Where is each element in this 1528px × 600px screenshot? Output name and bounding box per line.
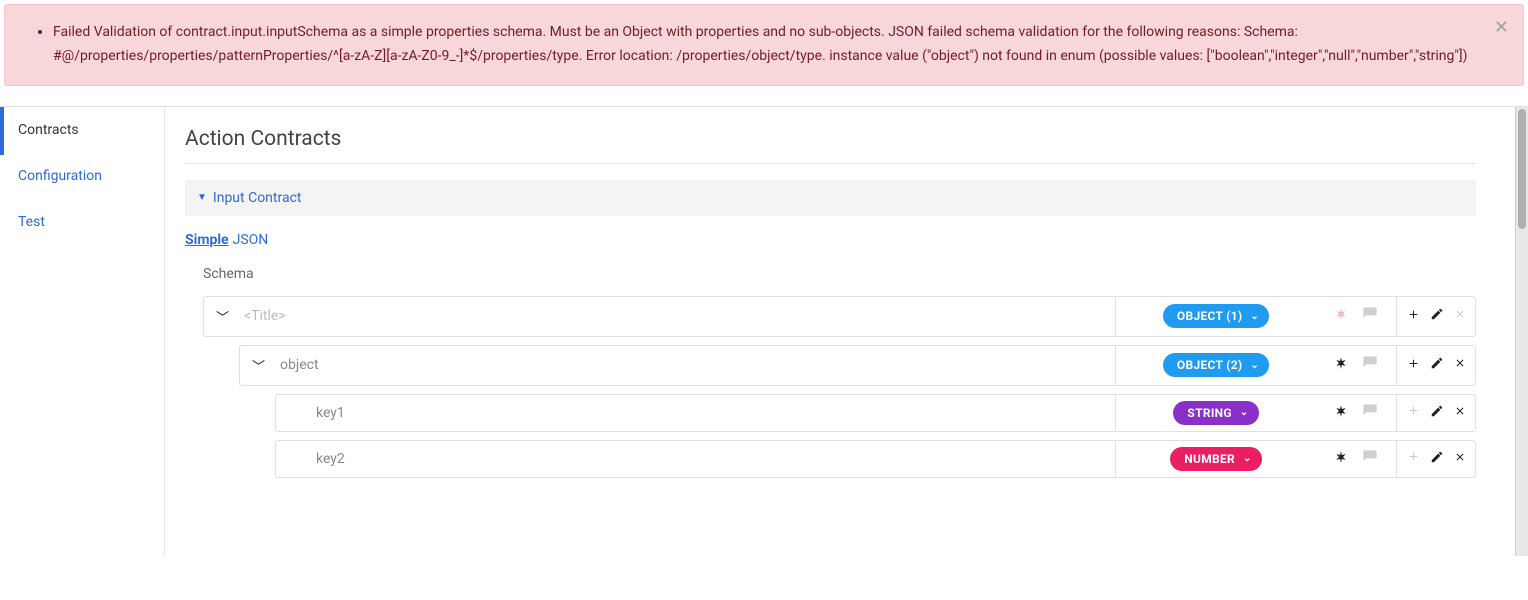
property-name: key2 xyxy=(316,451,345,467)
sidebar-item-configuration[interactable]: Configuration xyxy=(0,153,164,199)
page-title: Action Contracts xyxy=(185,127,1476,151)
add-icon xyxy=(1407,404,1420,421)
chevron-down-icon: ⌄ xyxy=(1243,453,1252,464)
schema-mode-tabs: SimpleJSON xyxy=(185,228,1476,266)
property-name: <Title> xyxy=(244,308,286,324)
caret-down-icon: ▼ xyxy=(197,192,207,203)
input-contract-toggle[interactable]: ▼ Input Contract xyxy=(185,180,1476,216)
main-panel: Contracts Configuration Test Action Cont… xyxy=(0,106,1528,556)
delete-icon xyxy=(1454,308,1466,324)
comment-icon[interactable] xyxy=(1362,449,1378,469)
type-cell: NUMBER⌄ xyxy=(1116,440,1316,478)
sidebar-item-test[interactable]: Test xyxy=(0,199,164,245)
add-icon xyxy=(1407,450,1420,467)
required-icon[interactable] xyxy=(1334,450,1348,468)
actions-cell xyxy=(1396,296,1476,337)
edit-icon[interactable] xyxy=(1430,404,1444,422)
chevron-down-icon: ⌄ xyxy=(1250,360,1259,371)
add-icon[interactable] xyxy=(1407,357,1420,374)
edit-icon[interactable] xyxy=(1430,307,1444,325)
chevron-down-icon[interactable]: ﹀ xyxy=(216,307,230,326)
type-cell: OBJECT (2)⌄ xyxy=(1116,345,1316,386)
property-name-cell[interactable]: ﹀ object xyxy=(239,345,1116,386)
actions-cell xyxy=(1396,394,1476,432)
edit-icon[interactable] xyxy=(1430,450,1444,468)
meta-cell xyxy=(1316,440,1396,478)
chevron-down-icon: ⌄ xyxy=(1250,311,1259,322)
schema-editor: Schema ﹀ <Title> OBJECT (1)⌄ ﹀ object OBJECT … xyxy=(185,266,1476,478)
divider xyxy=(185,163,1476,164)
actions-cell xyxy=(1396,440,1476,478)
comment-icon[interactable] xyxy=(1362,355,1378,375)
close-icon[interactable]: ✕ xyxy=(1494,17,1509,38)
edit-icon[interactable] xyxy=(1430,356,1444,374)
chevron-down-icon[interactable]: ﹀ xyxy=(252,356,266,375)
type-badge[interactable]: STRING⌄ xyxy=(1173,401,1258,425)
required-icon[interactable] xyxy=(1334,356,1348,374)
schema-row: ﹀ <Title> OBJECT (1)⌄ xyxy=(203,296,1476,337)
chevron-down-icon: ⌄ xyxy=(1240,407,1249,418)
tab-json[interactable]: JSON xyxy=(233,232,269,248)
property-name-cell[interactable]: ﹀ <Title> xyxy=(203,296,1116,337)
meta-cell xyxy=(1316,296,1396,337)
type-badge[interactable]: OBJECT (2)⌄ xyxy=(1163,353,1269,377)
meta-cell xyxy=(1316,345,1396,386)
property-name-cell[interactable]: key2 xyxy=(275,440,1116,478)
meta-cell xyxy=(1316,394,1396,432)
delete-icon[interactable] xyxy=(1454,357,1466,373)
sidebar: Contracts Configuration Test xyxy=(0,107,165,556)
actions-cell xyxy=(1396,345,1476,386)
validation-alert: Failed Validation of contract.input.inpu… xyxy=(4,4,1524,86)
comment-icon[interactable] xyxy=(1362,306,1378,326)
type-badge[interactable]: OBJECT (1)⌄ xyxy=(1163,304,1269,328)
schema-row: ﹀ object OBJECT (2)⌄ xyxy=(239,345,1476,386)
alert-message: Failed Validation of contract.input.inpu… xyxy=(53,21,1483,69)
delete-icon[interactable] xyxy=(1454,451,1466,467)
property-name-cell[interactable]: key1 xyxy=(275,394,1116,432)
type-badge[interactable]: NUMBER⌄ xyxy=(1170,447,1261,471)
property-name: object xyxy=(280,357,319,373)
required-icon[interactable] xyxy=(1334,404,1348,422)
type-cell: STRING⌄ xyxy=(1116,394,1316,432)
tab-simple[interactable]: Simple xyxy=(185,232,229,248)
section-label: Input Contract xyxy=(213,190,302,206)
schema-label: Schema xyxy=(203,266,1476,282)
comment-icon[interactable] xyxy=(1362,403,1378,423)
active-tab-indicator xyxy=(0,107,4,155)
delete-icon[interactable] xyxy=(1454,405,1466,421)
schema-row: key1 STRING⌄ xyxy=(275,394,1476,432)
sidebar-item-contracts[interactable]: Contracts xyxy=(0,107,164,153)
required-icon xyxy=(1334,307,1348,325)
property-name: key1 xyxy=(316,405,345,421)
add-icon[interactable] xyxy=(1407,308,1420,325)
schema-row: key2 NUMBER⌄ xyxy=(275,440,1476,478)
type-cell: OBJECT (1)⌄ xyxy=(1116,296,1316,337)
content-area: Action Contracts ▼ Input Contract Simple… xyxy=(165,107,1516,556)
